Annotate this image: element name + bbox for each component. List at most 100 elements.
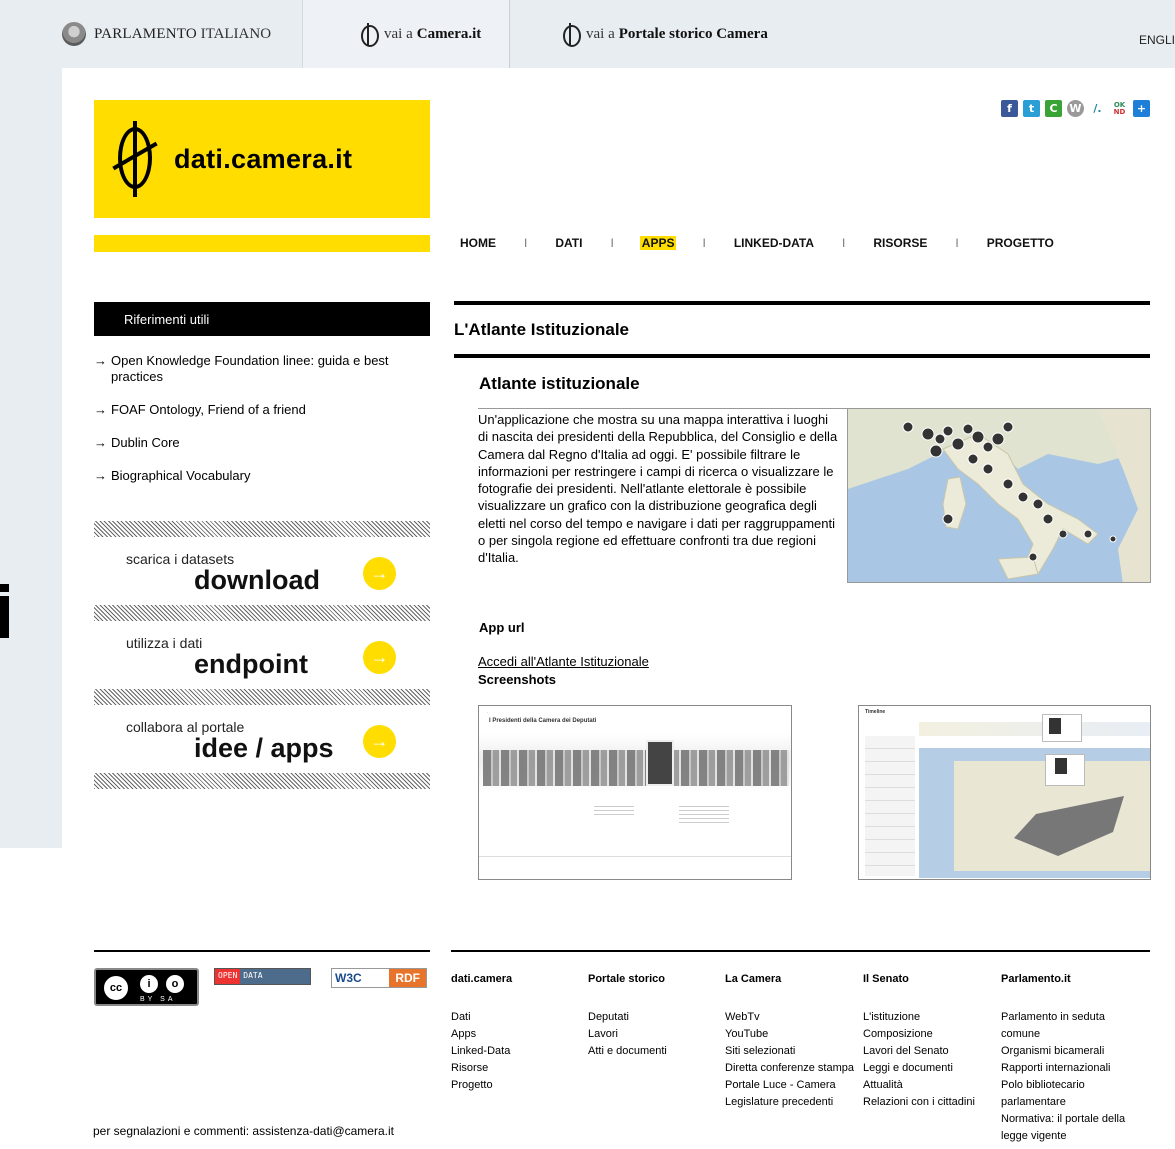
footer-link[interactable]: Deputati [588,1011,629,1023]
identica-icon[interactable]: C [1045,100,1062,117]
top-bar: PARLAMENTO ITALIANO vai a Camera.it vai … [0,0,1175,68]
main-nav: HOME I DATI I APPS I LINKED-DATA I RISOR… [458,236,1056,250]
footer-link[interactable]: YouTube [725,1028,768,1040]
reference-link-foaf[interactable]: → FOAF Ontology, Friend of a friend [94,402,430,418]
sa-icon: o [166,975,184,993]
nav-progetto[interactable]: PROGETTO [985,236,1056,250]
endpoint-small-label: utilizza i dati [126,635,203,651]
camera-prefix: vai a [384,25,413,42]
nav-apps[interactable]: APPS [639,236,677,250]
footer-col-title: dati.camera [451,973,513,985]
reference-link-bio-vocab[interactable]: → Biographical Vocabulary [94,468,430,484]
sidebar-heading: Riferimenti utili [94,302,430,336]
footer-link[interactable]: Composizione [863,1028,933,1040]
footer-link[interactable]: Attualità [863,1079,903,1091]
okfn-icon[interactable]: OK ND [1111,100,1128,117]
shot2-title: Timeline [865,709,886,715]
section-rule-top [454,301,1150,305]
license-badges: cc i o BY SA OPEN DATA W3C RDF [94,968,427,1006]
parlamento-rest: ITALIANO [200,25,272,42]
hatch-divider [94,773,430,789]
nav-linked-data[interactable]: LINKED-DATA [732,236,816,250]
footer-link[interactable]: Lavori [588,1028,618,1040]
footer-link[interactable]: Linked-Data [451,1045,510,1057]
section-rule-bottom [454,354,1150,358]
footer-link[interactable]: Atti e documenti [588,1045,667,1057]
app-description: Un'applicazione che mostra su una mappa … [478,408,848,567]
footer-link[interactable]: WebTv [725,1011,760,1023]
screenshot-presidenti[interactable]: . I Presidenti della Camera dei Deputati [478,705,792,880]
footer-rule-right [451,950,1150,952]
footer-link[interactable]: Parlamento in seduta comune [1001,1011,1105,1040]
add-icon[interactable]: + [1133,100,1150,117]
portale-storico-link[interactable]: vai a Portale storico Camera [510,0,850,68]
arrow-right-icon: → [94,402,107,417]
cc-by-sa-badge[interactable]: cc i o BY SA [94,968,199,1006]
footer-link[interactable]: Leggi e documenti [863,1062,953,1074]
social-icons: f t C W /. OK ND + [1001,100,1150,117]
nav-risorse[interactable]: RISORSE [871,236,929,250]
english-link[interactable]: ENGLI [1139,33,1175,47]
footer-link[interactable]: L'istituzione [863,1011,920,1023]
footer-link[interactable]: Dati [451,1011,471,1023]
footer-link[interactable]: Normativa: il portale della legge vigent… [1001,1113,1125,1142]
footer-link[interactable]: Portale Luce - Camera [725,1079,836,1091]
hatch-divider [94,521,430,537]
arrow-circle-icon[interactable]: → [363,641,396,674]
arrow-circle-icon[interactable]: → [363,725,396,758]
footer-link[interactable]: Relazioni con i cittadini [863,1096,975,1108]
endpoint-block[interactable]: utilizza i dati endpoint → [94,621,430,689]
screenshot-timeline[interactable]: Timeline [858,705,1151,880]
footer-col-parlamento: Parlamento.it Parlamento in seduta comun… [1001,971,1131,1145]
w3c-rdf-badge[interactable]: W3C RDF [331,968,427,988]
footer-col-senato: Il Senato L'istituzione Composizione Lav… [863,971,998,1111]
footer-link[interactable]: Risorse [451,1062,488,1074]
hatch-divider [94,605,430,621]
hatch-divider [94,689,430,705]
footer-link[interactable]: Progetto [451,1079,493,1091]
footer-rule-left [94,950,430,952]
camera-label: Camera.it [416,25,482,42]
footer-link[interactable]: Organismi bicamerali [1001,1045,1104,1057]
slash-icon[interactable]: /. [1089,100,1106,117]
arrow-right-icon: → [94,353,107,368]
footer-link[interactable]: Siti selezionati [725,1045,795,1057]
footer-link[interactable]: Lavori del Senato [863,1045,949,1057]
cc-caption: BY SA [140,996,176,1003]
logo-text: dati.camera.it [174,143,353,174]
endpoint-big-label: endpoint [194,649,308,679]
footer-link[interactable]: Diretta conferenze stampa [725,1062,854,1074]
footer-link[interactable]: Rapporti internazionali [1001,1062,1110,1074]
storico-prefix: vai a [586,25,615,42]
arrow-circle-icon[interactable]: → [363,557,396,590]
footer-link[interactable]: Polo bibliotecario parlamentare [1001,1079,1085,1108]
camera-logo-icon [358,23,379,47]
apps-block[interactable]: collabora al portale idee / apps → [94,705,430,773]
references-list: → Open Knowledge Foundation linee: guida … [94,353,430,501]
footer-link[interactable]: Apps [451,1028,476,1040]
nav-dati[interactable]: DATI [553,236,584,250]
site-logo[interactable]: dati.camera.it [94,100,430,218]
atlas-map-image [847,408,1151,583]
parlamento-italiano-link[interactable]: PARLAMENTO ITALIANO [62,0,302,68]
camera-it-link[interactable]: vai a Camera.it [302,0,510,68]
wordpress-icon[interactable]: W [1067,100,1084,117]
reference-link-okfn[interactable]: → Open Knowledge Foundation linee: guida … [94,353,430,385]
download-block[interactable]: scarica i datasets download → [94,537,430,605]
app-title: Atlante istituzionale [479,374,640,393]
storico-label: Portale storico Camera [618,25,768,42]
open-data-badge[interactable]: OPEN DATA [214,968,311,985]
cropped-glyph [0,584,9,638]
atlante-link[interactable]: Accedi all'Atlante Istituzionale [478,654,649,669]
twitter-icon[interactable]: t [1023,100,1040,117]
app-url-label: App url [479,620,525,635]
screenshots-label: Screenshots [478,672,557,687]
footer-col-title: Il Senato [863,973,909,985]
footer-link[interactable]: Legislature precedenti [725,1096,833,1108]
facebook-icon[interactable]: f [1001,100,1018,117]
reference-link-dublin-core[interactable]: → Dublin Core [94,435,430,451]
footer-col-title: La Camera [725,973,782,985]
cc-icon: cc [102,974,130,1002]
nav-home[interactable]: HOME [458,236,498,250]
footer-col-title: Portale storico [588,973,666,985]
